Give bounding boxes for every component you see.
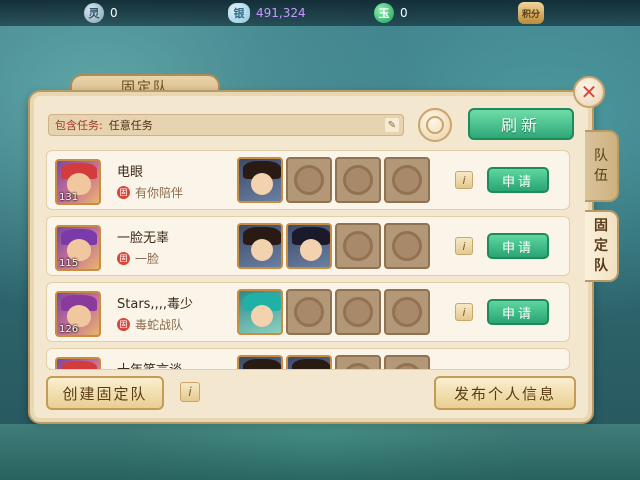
silver-resource[interactable]: 银 491,324 xyxy=(228,3,306,23)
info-icon[interactable]: i xyxy=(455,171,473,189)
member-slots xyxy=(237,223,430,269)
empty-slot xyxy=(335,355,381,369)
leader-name: 一脸无辜 xyxy=(117,231,170,246)
info-icon[interactable]: i xyxy=(455,237,473,255)
jade-value: 0 xyxy=(400,6,408,20)
points-badge-icon: 积分 xyxy=(518,2,544,24)
edit-icon[interactable]: ✎ xyxy=(385,118,399,132)
spirit-coin-resource: 灵 0 xyxy=(84,3,118,23)
leader-name: 电眼 xyxy=(117,165,144,180)
info-icon[interactable]: i xyxy=(180,382,200,402)
team-name-text: 有你陪伴 xyxy=(135,186,184,200)
member-slot[interactable] xyxy=(237,355,283,369)
leader-avatar[interactable]: 115 xyxy=(55,225,101,271)
apply-button[interactable]: 申请 xyxy=(487,167,549,193)
task-filter-value: 任意任务 xyxy=(108,119,153,132)
empty-slot xyxy=(335,157,381,203)
jade-icon: 玉 xyxy=(374,3,394,23)
member-slot[interactable] xyxy=(237,157,283,203)
leader-name: 十年笑言谈 xyxy=(117,359,182,369)
team-name: 固 有你陪伴 xyxy=(117,184,183,201)
create-fixed-team-button[interactable]: 创建固定队 xyxy=(46,376,164,410)
points-button[interactable]: 积分 xyxy=(518,2,544,24)
leader-level: 115 xyxy=(59,258,79,269)
silver-value: 491,324 xyxy=(256,6,306,20)
member-slots xyxy=(237,355,430,369)
tab-fixed-team[interactable]: 固 定 队 xyxy=(585,210,619,282)
member-slot[interactable] xyxy=(237,223,283,269)
spirit-coin-icon: 灵 xyxy=(84,3,104,23)
empty-slot xyxy=(286,157,332,203)
fixed-team-badge: 固 xyxy=(117,252,130,265)
tab-fixed-team-char: 定 xyxy=(594,238,608,254)
member-slot[interactable] xyxy=(286,223,332,269)
silver-ingot-icon: 银 xyxy=(228,3,250,23)
empty-slot xyxy=(384,355,430,369)
leader-level: 131 xyxy=(59,192,79,203)
empty-slot xyxy=(384,157,430,203)
leader-avatar[interactable]: 131 xyxy=(55,159,101,205)
apply-button[interactable]: 申请 xyxy=(487,233,549,259)
member-slots xyxy=(237,157,430,203)
member-slot[interactable] xyxy=(237,289,283,335)
tab-fixed-team-char: 队 xyxy=(594,258,608,274)
empty-slot xyxy=(384,289,430,335)
leader-name: Stars,,,,毒少 xyxy=(117,297,193,312)
task-filter[interactable]: 包含任务: 任意任务 ✎ xyxy=(48,114,404,136)
publish-info-button[interactable]: 发布个人信息 xyxy=(434,376,576,410)
background-scenery xyxy=(0,424,640,480)
empty-slot xyxy=(286,289,332,335)
jade-resource[interactable]: 玉 0 xyxy=(374,3,408,23)
team-name: 固 毒蛇战队 xyxy=(117,316,183,333)
person-icon xyxy=(426,116,444,134)
team-name-text: 一脸 xyxy=(135,252,160,266)
fixed-team-badge: 固 xyxy=(117,186,130,199)
apply-button[interactable]: 申请 xyxy=(487,299,549,325)
fixed-team-badge: 固 xyxy=(117,318,130,331)
close-icon: ✕ xyxy=(580,80,598,104)
tab-fixed-team-char: 固 xyxy=(594,218,608,234)
team-row: 131 电眼 固 有你陪伴 i 申请 xyxy=(46,150,570,210)
task-filter-label: 包含任务: xyxy=(55,119,103,132)
leader-avatar[interactable] xyxy=(55,357,101,369)
spirit-coin-value: 0 xyxy=(110,6,118,20)
close-button[interactable]: ✕ xyxy=(573,76,605,108)
info-icon[interactable]: i xyxy=(455,303,473,321)
empty-slot xyxy=(335,289,381,335)
refresh-button[interactable]: 刷新 xyxy=(468,108,574,140)
team-row: 115 一脸无辜 固 一脸 i 申请 xyxy=(46,216,570,276)
tab-team[interactable]: 队 伍 xyxy=(585,130,619,202)
member-slot[interactable] xyxy=(286,355,332,369)
member-slots xyxy=(237,289,430,335)
team-row: 126 Stars,,,,毒少 固 毒蛇战队 i 申请 xyxy=(46,282,570,342)
empty-slot xyxy=(384,223,430,269)
leader-avatar[interactable]: 126 xyxy=(55,291,101,337)
tab-team-char: 队 xyxy=(594,148,608,164)
team-name: 固 一脸 xyxy=(117,250,159,267)
tab-team-char: 伍 xyxy=(594,168,608,184)
resource-bar: 灵 0 银 491,324 玉 0 积分 xyxy=(0,0,640,26)
team-row: 十年笑言谈 xyxy=(46,348,570,370)
empty-slot xyxy=(335,223,381,269)
leader-level: 126 xyxy=(59,324,79,335)
team-name-text: 毒蛇战队 xyxy=(135,318,184,332)
my-avatar-button[interactable] xyxy=(418,108,452,142)
